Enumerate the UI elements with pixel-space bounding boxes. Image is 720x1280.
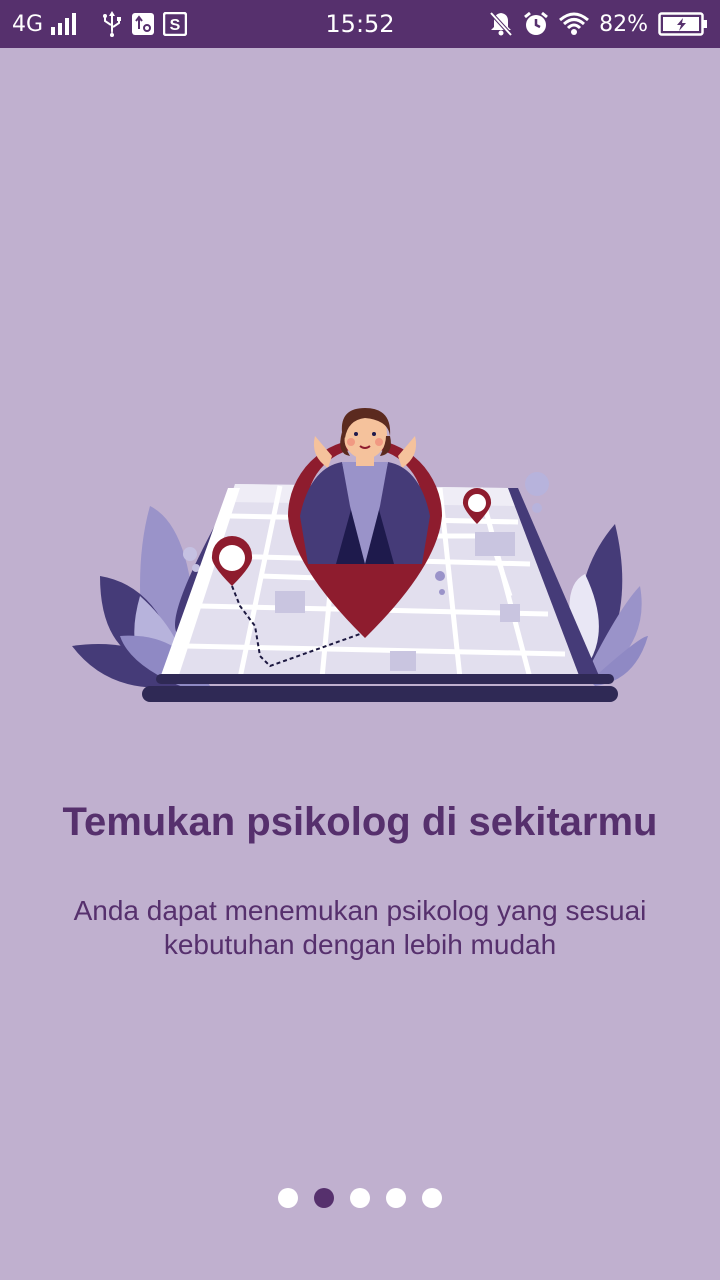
map-location-illustration: [72, 408, 648, 702]
page-dot-1[interactable]: [278, 1188, 298, 1208]
status-bar: 4G S 15:52 82%: [0, 0, 720, 48]
page-dot-3[interactable]: [350, 1188, 370, 1208]
onboarding-subtitle: Anda dapat menemukan psikolog yang sesua…: [73, 895, 647, 960]
wifi-icon: [559, 12, 590, 35]
status-right: 82%: [489, 0, 708, 48]
page-dot-4[interactable]: [386, 1188, 406, 1208]
alarm-icon: [524, 11, 549, 35]
page-indicator: [0, 1188, 720, 1212]
person-figure: [300, 408, 430, 564]
battery-charging-icon: [658, 12, 707, 36]
onboarding-title: Temukan psikolog di sekitarmu: [62, 800, 658, 844]
mute-icon: [489, 11, 513, 37]
page-dot-5[interactable]: [422, 1188, 442, 1208]
page-dot-2[interactable]: [314, 1188, 334, 1208]
battery-percent: 82%: [599, 11, 648, 37]
